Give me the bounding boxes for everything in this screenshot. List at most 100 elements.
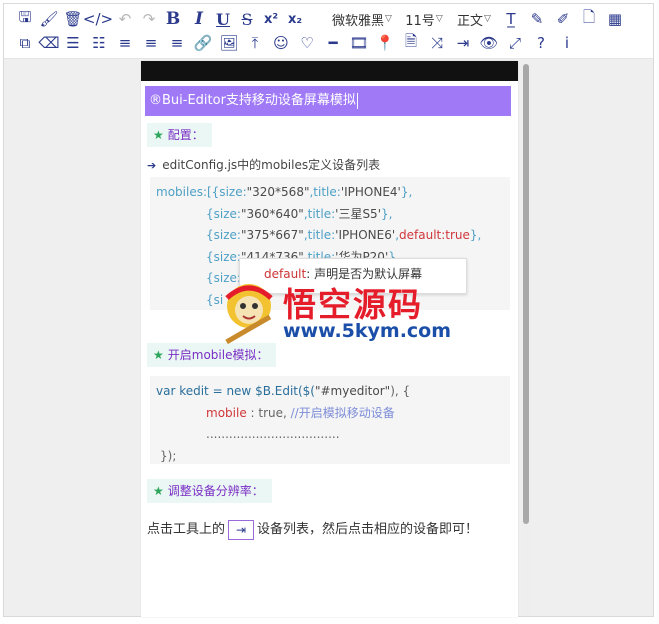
align-left-icon[interactable]: ≡ <box>140 32 162 54</box>
code-token: '三星S5' <box>335 206 381 221</box>
help-icon[interactable]: ? <box>530 32 552 54</box>
copy-icon[interactable]: ⧉ <box>14 32 36 54</box>
font-size-select[interactable]: 11号 ▽ <box>401 8 447 30</box>
shuffle-icon[interactable]: ⤨ <box>426 32 448 54</box>
tooltip: default: 声明是否为默认屏幕 <box>239 258 467 294</box>
editor-title-line[interactable]: ®Bui-Editor支持移动设备屏幕模拟 <box>145 86 511 116</box>
preview-icon[interactable]: 👁 <box>478 32 500 54</box>
save-icon[interactable]: 🖫 <box>14 8 36 30</box>
code-token: {size: <box>206 206 241 221</box>
device-list-icon[interactable]: ⇥ <box>228 519 255 540</box>
star-icon: ★ <box>153 128 164 142</box>
image-icon[interactable]: 🖼 <box>218 32 240 54</box>
emoji-icon[interactable]: ☺ <box>270 32 292 54</box>
chevron-down-icon: ▽ <box>435 14 443 24</box>
paragraph-select[interactable]: 正文 ▽ <box>452 8 496 30</box>
heading-config: ★ 配置： <box>147 123 212 147</box>
edit-icon[interactable]: ✐ <box>552 8 574 30</box>
mobile-device-preview[interactable]: ®Bui-Editor支持移动设备屏幕模拟 ★ 配置： ➔ editConfig.j… <box>141 61 518 617</box>
subscript-icon[interactable]: x₂ <box>284 8 306 30</box>
redo-icon[interactable]: ↷ <box>138 8 160 30</box>
superscript-icon[interactable]: x² <box>260 8 282 30</box>
underline-icon[interactable]: U <box>212 8 234 30</box>
align-right-icon[interactable]: ≡ <box>166 32 188 54</box>
device-icon[interactable]: ⇥ <box>452 32 474 54</box>
title-text: ®Bui-Editor支持移动设备屏幕模拟 <box>149 93 356 108</box>
bullet-item: ➔ editConfig.js中的mobiles定义设备列表 <box>147 156 380 173</box>
device-status-bar <box>141 61 518 81</box>
text-cursor <box>356 92 358 109</box>
chevron-down-icon: ▽ <box>385 14 392 24</box>
highlight-icon[interactable]: ✎ <box>526 8 548 30</box>
video-icon[interactable]: 🎞 <box>348 32 370 54</box>
heading-resolution: ★ 调整设备分辨率： <box>147 479 272 503</box>
code-token: {size: <box>206 228 241 242</box>
heart-icon[interactable]: ♡ <box>296 32 318 54</box>
code-line: ................................... <box>156 424 504 446</box>
unordered-list-icon[interactable]: ☷ <box>88 32 110 54</box>
align-center-icon[interactable]: ≡ <box>114 32 136 54</box>
star-icon: ★ <box>153 484 164 498</box>
star-icon: ★ <box>153 348 164 362</box>
heading-enable-mobile-text: 开启mobile模拟： <box>167 348 269 362</box>
code-text: ................................... <box>206 427 340 441</box>
code-token: {size: <box>206 271 241 285</box>
fullscreen-icon[interactable]: ⤢ <box>504 32 526 54</box>
code-token: default:true <box>399 228 470 242</box>
font-size-select-value: 11号 <box>405 13 435 29</box>
strikethrough-icon[interactable]: S <box>236 8 258 30</box>
horizontal-rule-icon[interactable]: ━ <box>322 32 344 54</box>
heading-config-text: 配置： <box>167 128 204 142</box>
code-line: var kedit = new $B.Edit($("#myeditor"), … <box>156 381 504 403</box>
info-icon[interactable]: i <box>556 32 578 54</box>
clear-format-icon[interactable]: T̲ <box>500 8 522 30</box>
code-key: mobile <box>206 405 247 420</box>
tooltip-key: default <box>264 267 307 281</box>
code-token: }, <box>400 185 413 199</box>
ordered-list-icon[interactable]: ☰ <box>62 32 84 54</box>
italic-icon[interactable]: I <box>188 8 210 30</box>
code-comment: //开启模拟移动设备 <box>290 405 395 420</box>
html-icon[interactable]: 🗎 <box>400 32 422 54</box>
heading-enable-mobile: ★ 开启mobile模拟： <box>147 343 277 367</box>
chevron-down-icon: ▽ <box>484 14 491 24</box>
scrollbar[interactable] <box>521 64 531 616</box>
undo-icon[interactable]: ↶ <box>114 8 136 30</box>
code-token: "320*568" <box>246 185 310 199</box>
font-family-select[interactable]: 微软雅黑 ▽ <box>326 8 398 30</box>
code-token: ,title: <box>303 228 336 242</box>
font-family-select-value: 微软雅黑 <box>332 13 385 29</box>
code-text: : true, <box>246 405 291 420</box>
code-token: "375*667" <box>240 228 304 242</box>
code-icon[interactable]: </> <box>83 8 113 30</box>
tooltip-text: : 声明是否为默认屏幕 <box>306 267 423 281</box>
code-line: {size:"360*640",title:'三星S5'}, <box>156 204 504 226</box>
code-text: var kedit = new $B.Edit($( <box>156 384 315 398</box>
brush-icon[interactable]: 🖌 <box>38 8 60 30</box>
table-icon[interactable]: ▦ <box>604 8 626 30</box>
code-token: "360*640" <box>240 206 304 221</box>
arrow-right-icon: ➔ <box>147 159 157 172</box>
code-token: }, <box>469 228 482 242</box>
location-icon[interactable]: 📍 <box>374 32 396 54</box>
code-token: ,title: <box>303 206 336 221</box>
code-token: {size: <box>206 249 241 264</box>
code-line: {size:"375*667",title:'IPHONE6',default:… <box>156 225 504 247</box>
paragraph: 点击工具上的 ⇥ 设备列表，然后点击相应的设备即可！ <box>147 518 478 540</box>
eraser-icon[interactable]: ⌫ <box>38 32 60 54</box>
code-line: mobiles:[{size:"320*568",title:'IPHONE4'… <box>156 182 504 204</box>
bold-icon[interactable]: B <box>162 8 184 30</box>
code-text: }); <box>160 448 177 463</box>
trash-icon[interactable]: 🗑 <box>62 8 84 30</box>
scrollbar-thumb[interactable] <box>523 64 529 524</box>
para-text: 设备列表，然后点击相应的设备即可！ <box>257 522 479 537</box>
code-token: 'IPHONE4' <box>340 185 401 199</box>
code-token: mobiles:[{size: <box>156 185 247 199</box>
document-icon[interactable]: 🗋 <box>578 8 600 30</box>
para-text: 点击工具上的 <box>147 522 226 537</box>
link-icon[interactable]: 🔗 <box>192 32 214 54</box>
toolbar: 🖫 🖌 🗑 </> ↶ ↷ B I U Sx² x₂ 微软雅黑 ▽ 11号 ▽ 正文 ▽ T̲ ✎ ✐ 🗋 ▦ ⧉ ⌫ ☰ ☷ ≡ ≡… <box>4 4 653 59</box>
upload-icon[interactable]: ⤒ <box>244 32 266 54</box>
editor-frame: 🖫 🖌 🗑 </> ↶ ↷ B I U Sx² x₂ 微软雅黑 ▽ 11号 ▽ 正文 ▽ T̲ ✎ ✐ 🗋 ▦ ⧉ ⌫ ☰ ☷ ≡ ≡… <box>3 3 654 617</box>
code-line: mobile : true, //开启模拟移动设备 <box>156 403 504 425</box>
